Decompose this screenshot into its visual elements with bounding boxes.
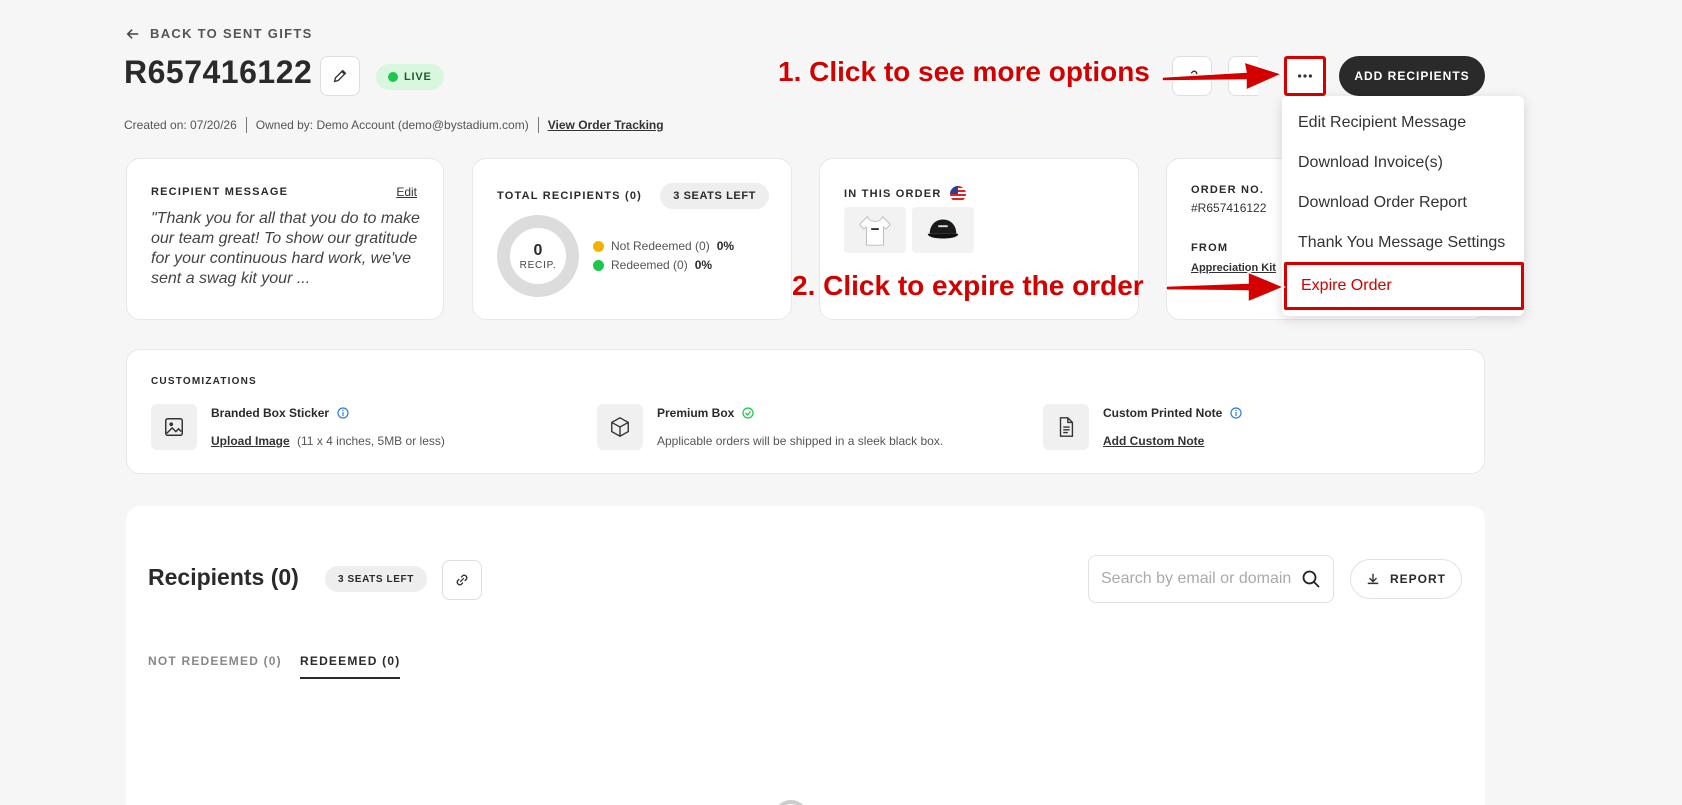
branded-box-sticker: Branded Box Sticker Upload Image (11 x 4… xyxy=(151,404,445,450)
card-label-text: IN THIS ORDER xyxy=(844,188,942,200)
message-text: "Thank you for all that you do to make o… xyxy=(151,210,420,287)
status-badge: LIVE xyxy=(376,64,444,90)
legend-pct: 0% xyxy=(694,258,713,272)
recipients-donut-chart: 0 RECIP. xyxy=(497,215,579,297)
legend-redeemed: Redeemed (0) 0% xyxy=(593,258,734,272)
card-label: RECIPIENT MESSAGE xyxy=(151,186,289,198)
tab-redeemed[interactable]: REDEEMED (0) xyxy=(300,654,401,679)
search-icon[interactable] xyxy=(1301,569,1321,589)
printed-note-title-text: Custom Printed Note xyxy=(1103,406,1223,420)
premium-box-note: Applicable orders will be shipped in a s… xyxy=(657,434,944,448)
search-input[interactable] xyxy=(1101,570,1291,588)
divider xyxy=(537,117,539,133)
add-custom-note-link[interactable]: Add Custom Note xyxy=(1103,434,1204,448)
from-label: FROM xyxy=(1191,242,1229,254)
add-recipients-button[interactable]: ADD RECIPIENTS xyxy=(1339,56,1485,96)
recipient-message-card: RECIPIENT MESSAGE Edit "Thank you for al… xyxy=(126,158,444,320)
donut-count: 0 xyxy=(533,241,543,259)
legend-dot xyxy=(593,240,604,252)
info-icon[interactable] xyxy=(1230,407,1242,419)
tab-not-redeemed[interactable]: NOT REDEEMED (0) xyxy=(148,654,282,668)
customizations-card: CUSTOMIZATIONS Branded Box Sticker Uploa… xyxy=(126,349,1485,474)
recipients-search xyxy=(1088,555,1334,603)
document-icon xyxy=(1043,404,1089,450)
premium-box: Premium Box Applicable orders will be sh… xyxy=(597,404,943,450)
sticker-note: (11 x 4 inches, 5MB or less) xyxy=(297,434,445,448)
order-meta: Created on: 07/20/26 Owned by: Demo Acco… xyxy=(124,117,664,133)
divider xyxy=(245,117,247,133)
loading-spinner-icon xyxy=(774,800,808,805)
legend-not-redeemed: Not Redeemed (0) 0% xyxy=(593,239,734,253)
custom-printed-note: Custom Printed Note Add Custom Note xyxy=(1043,404,1242,450)
status-label: LIVE xyxy=(404,71,432,83)
us-flag-icon xyxy=(949,186,966,202)
printed-note-title: Custom Printed Note xyxy=(1103,406,1242,420)
legend-label: Redeemed (0) xyxy=(611,258,688,272)
hoodie-icon[interactable] xyxy=(844,207,906,253)
copy-recipients-link-button[interactable] xyxy=(442,560,482,600)
edit-message-link[interactable]: Edit xyxy=(396,185,417,199)
card-label: TOTAL RECIPIENTS (0) xyxy=(497,190,643,202)
owned-by: Owned by: Demo Account (demo@bystadium.c… xyxy=(255,118,529,132)
card-label: IN THIS ORDER xyxy=(844,186,966,202)
customizations-label: CUSTOMIZATIONS xyxy=(151,376,257,387)
seats-left-badge: 3 SEATS LEFT xyxy=(660,183,769,209)
upload-image-link[interactable]: Upload Image xyxy=(211,434,290,448)
legend-pct: 0% xyxy=(716,239,735,253)
total-recipients-card: TOTAL RECIPIENTS (0) 3 SEATS LEFT 0 RECI… xyxy=(472,158,792,320)
sticker-title-text: Branded Box Sticker xyxy=(211,406,330,420)
order-title: R657416122 xyxy=(124,54,313,90)
annotation-step-2: 2. Click to expire the order xyxy=(792,270,1144,301)
view-order-tracking-link[interactable]: View Order Tracking xyxy=(548,118,664,132)
menu-item-download-invoices[interactable]: Download Invoice(s) xyxy=(1298,154,1443,172)
seats-left-badge: 3 SEATS LEFT xyxy=(325,566,427,592)
more-options-menu: Edit Recipient Message Download Invoice(… xyxy=(1282,96,1524,316)
box-icon xyxy=(597,404,643,450)
recipients-title: Recipients (0) xyxy=(148,564,299,590)
link-icon xyxy=(456,574,468,586)
menu-item-thank-you-settings[interactable]: Thank You Message Settings xyxy=(1298,234,1505,252)
premium-box-title-text: Premium Box xyxy=(657,406,735,420)
order-number: #R657416122 xyxy=(1191,201,1267,215)
back-label: BACK TO SENT GIFTS xyxy=(150,26,313,41)
info-icon[interactable] xyxy=(337,407,349,419)
image-icon xyxy=(151,404,197,450)
menu-item-download-report[interactable]: Download Order Report xyxy=(1298,194,1467,212)
redemption-legend: Not Redeemed (0) 0% Redeemed (0) 0% xyxy=(593,239,734,277)
more-options-button[interactable] xyxy=(1284,56,1326,96)
premium-box-title: Premium Box xyxy=(657,406,943,420)
menu-item-edit-message[interactable]: Edit Recipient Message xyxy=(1298,114,1466,132)
legend-dot xyxy=(593,259,604,271)
donut-unit: RECIP. xyxy=(519,259,557,271)
card-label: ORDER NO. xyxy=(1191,184,1265,196)
printed-note-sub: Add Custom Note xyxy=(1103,434,1242,448)
recipients-panel: Recipients (0) 3 SEATS LEFT REPORT NOT R… xyxy=(126,506,1485,805)
back-to-sent-gifts-link[interactable]: BACK TO SENT GIFTS xyxy=(126,26,313,41)
report-label: REPORT xyxy=(1389,572,1446,586)
status-dot xyxy=(388,72,398,82)
edit-order-name-button[interactable] xyxy=(320,56,360,96)
legend-label: Not Redeemed (0) xyxy=(611,239,710,253)
created-on: Created on: 07/20/26 xyxy=(124,118,237,132)
sticker-title: Branded Box Sticker xyxy=(211,406,445,420)
annotation-arrow-2-icon xyxy=(1165,270,1286,304)
sticker-sub: Upload Image (11 x 4 inches, 5MB or less… xyxy=(211,434,445,448)
check-circle-icon xyxy=(742,407,754,419)
arrow-left-icon xyxy=(126,28,139,39)
report-button[interactable]: REPORT xyxy=(1350,559,1462,599)
pencil-icon xyxy=(333,69,347,83)
ellipsis-icon xyxy=(1297,74,1313,78)
annotation-step-1: 1. Click to see more options xyxy=(778,56,1150,87)
cap-icon[interactable] xyxy=(912,207,974,253)
menu-item-expire-order[interactable]: Expire Order xyxy=(1284,262,1524,310)
annotation-arrow-1-icon xyxy=(1161,60,1284,92)
download-icon xyxy=(1367,573,1379,585)
